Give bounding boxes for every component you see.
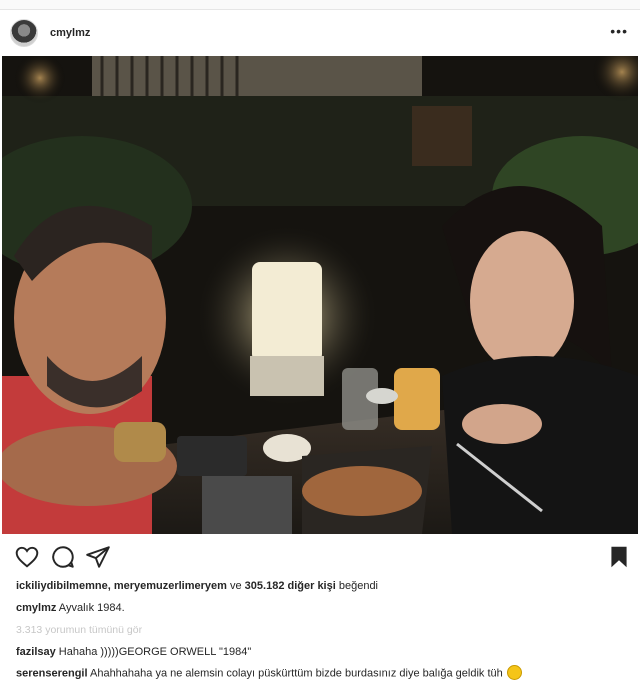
comment-item: fazilsay Hahaha )))))GEORGE ORWELL "1984… (16, 646, 251, 658)
comment-text: Ahahhahaha ya ne alemsin colayı püskürtt… (87, 667, 503, 680)
top-divider (0, 0, 640, 10)
more-options-icon[interactable]: ••• (610, 23, 628, 39)
likes-suffix: beğendi (335, 580, 379, 592)
comment-icon[interactable] (50, 544, 76, 570)
comment-username[interactable]: serenserengil (16, 667, 88, 679)
comment-username[interactable]: fazilsay (16, 646, 56, 658)
caption-username[interactable]: cmylmz (16, 602, 56, 614)
likes-connector: ve (226, 580, 245, 592)
view-all-comments-link[interactable]: 3.313 yorumun tümünü gör (16, 624, 142, 636)
caption-text: Ayvalık 1984. (56, 602, 125, 614)
grinning-face-emoji-icon (506, 665, 522, 680)
post-caption: cmylmz Ayvalık 1984. (16, 602, 125, 614)
bookmark-icon[interactable] (606, 544, 632, 570)
post-header: cmylmz ••• (0, 10, 640, 56)
likes-summary[interactable]: ickiliydibilmemne, meryemuzerlimeryem ve… (16, 580, 378, 592)
share-icon[interactable] (85, 544, 111, 570)
likes-count[interactable]: 305.182 diğer kişi (245, 580, 336, 592)
comment-text: Hahaha )))))GEORGE ORWELL "1984" (55, 646, 252, 658)
post-username[interactable]: cmylmz (50, 27, 90, 39)
post-photo-image (2, 56, 638, 534)
comment-item: serenserengil Ahahhahaha ya ne alemsin c… (16, 665, 522, 681)
heart-icon[interactable] (14, 544, 40, 570)
post-photo[interactable] (2, 56, 638, 534)
post-actions-bar (0, 540, 640, 574)
avatar[interactable] (10, 19, 38, 47)
liked-by-users[interactable]: ickiliydibilmemne, meryemuzerlimeryem (16, 580, 227, 592)
